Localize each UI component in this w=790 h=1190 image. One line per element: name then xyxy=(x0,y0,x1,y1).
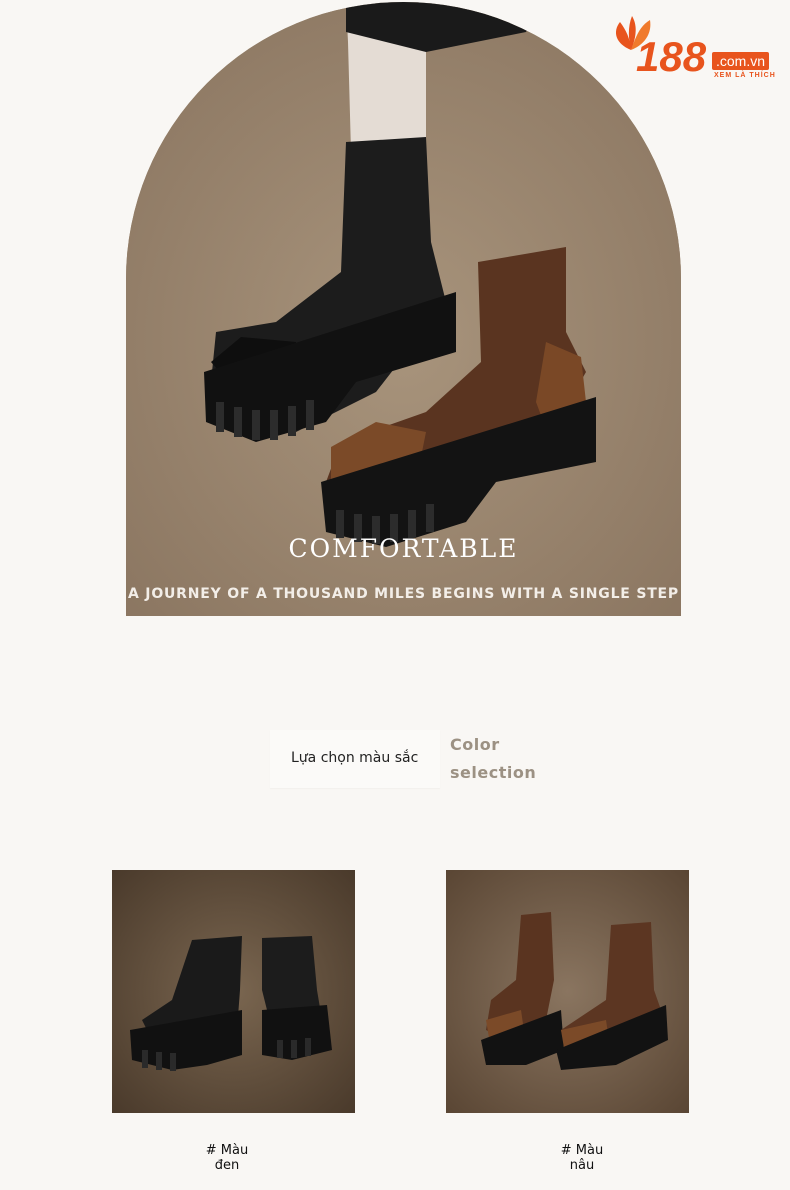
brand-tagline: XEM LÀ THÍCH xyxy=(714,72,776,79)
hero-headline: COMFORTABLE xyxy=(288,534,519,563)
brand-domain: .com.vn xyxy=(712,52,770,70)
boots-photo xyxy=(126,2,681,616)
caption-line1: # Màu xyxy=(560,1143,604,1158)
brown-boots-photo xyxy=(446,870,689,1113)
product-image-brown[interactable] xyxy=(446,870,689,1113)
product-caption-brown: # Màu nâu xyxy=(522,1143,642,1173)
brand-number: 188 xyxy=(636,33,707,80)
black-boots-photo xyxy=(112,870,355,1113)
brand-logo[interactable]: 188 .com.vn XEM LÀ THÍCH xyxy=(606,14,784,84)
product-image-black[interactable] xyxy=(112,870,355,1113)
color-selection-en-line2: selection xyxy=(450,763,537,782)
color-selection-en-line1: Color xyxy=(450,735,500,754)
caption-line1: # Màu xyxy=(205,1143,249,1158)
color-selection-label: Lựa chọn màu sắc xyxy=(291,750,419,766)
caption-line2: nâu xyxy=(569,1158,595,1173)
hero-subline: A JOURNEY OF A THOUSAND MILES BEGINS WIT… xyxy=(128,586,679,602)
hero-image: COMFORTABLE A JOURNEY OF A THOUSAND MILE… xyxy=(126,2,681,616)
product-caption-black: # Màu đen xyxy=(167,1143,287,1173)
caption-line2: đen xyxy=(214,1158,240,1173)
